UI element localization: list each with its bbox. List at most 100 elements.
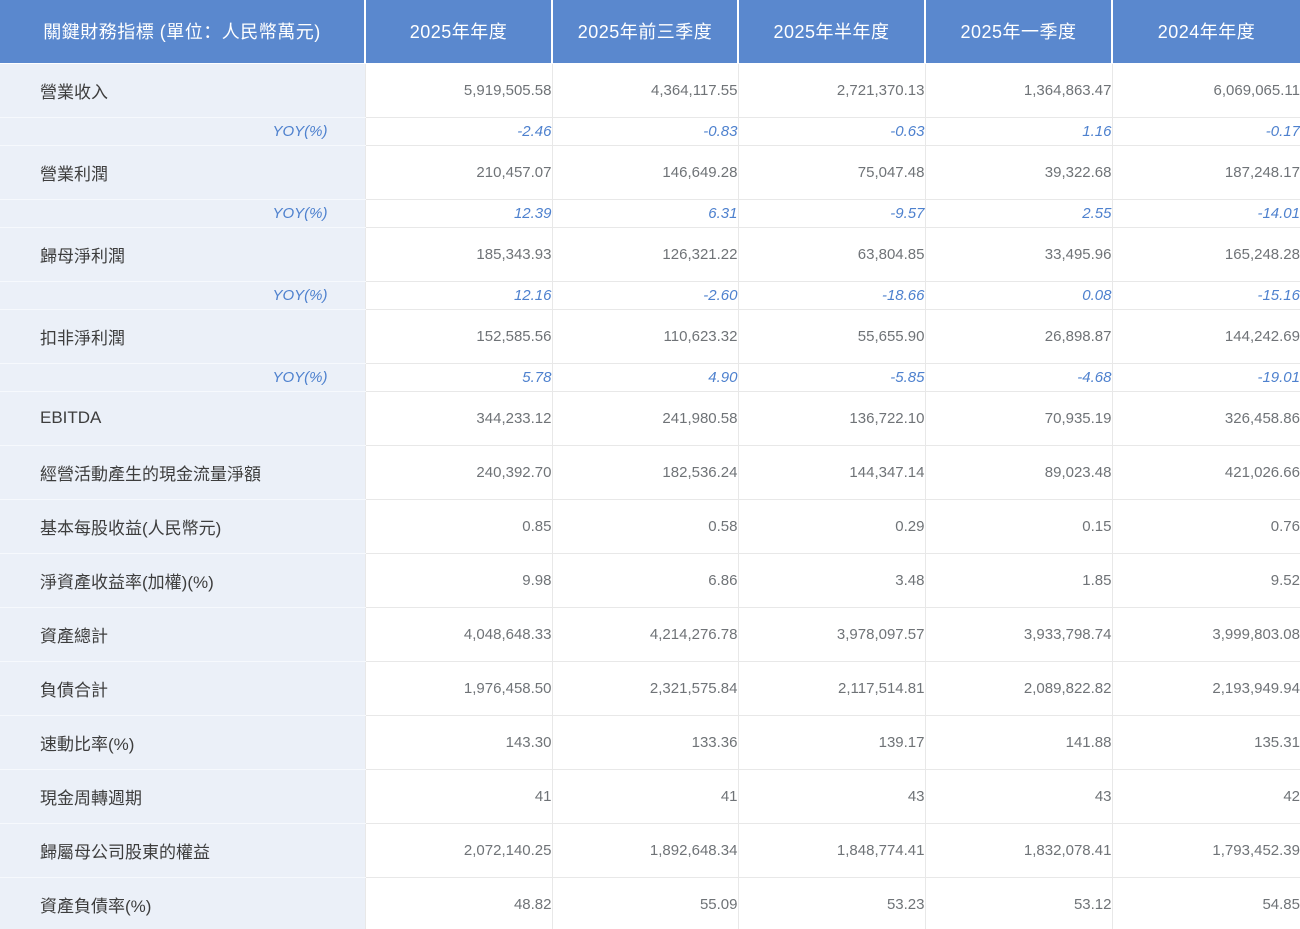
table-row-operating-profit: 營業利潤 210,457.07 146,649.28 75,047.48 39,… xyxy=(0,145,1300,200)
value-cell: 2,089,822.82 xyxy=(924,661,1112,716)
value-cell: 75,047.48 xyxy=(737,145,925,200)
table-row-yoy: YOY(%) 5.78 4.90 -5.85 -4.68 -19.01 xyxy=(0,363,1300,392)
yoy-value-cell: -15.16 xyxy=(1111,281,1300,310)
table-row-basic-eps: 基本每股收益(人民幣元) 0.85 0.58 0.29 0.15 0.76 xyxy=(0,499,1300,554)
value-cell: 146,649.28 xyxy=(551,145,738,200)
financial-metrics-table: 關鍵財務指標 (單位：人民幣萬元) 2025年年度 2025年前三季度 2025… xyxy=(0,0,1300,929)
value-cell: 48.82 xyxy=(364,877,552,929)
metric-label: 歸屬母公司股東的權益 xyxy=(0,823,365,878)
value-cell: 3,999,803.08 xyxy=(1111,607,1300,662)
value-cell: 4,364,117.55 xyxy=(551,63,738,118)
table-row-yoy: YOY(%) 12.16 -2.60 -18.66 0.08 -15.16 xyxy=(0,281,1300,310)
value-cell: 55,655.90 xyxy=(737,309,925,364)
table-row-total-assets: 資產總計 4,048,648.33 4,214,276.78 3,978,097… xyxy=(0,607,1300,662)
value-cell: 41 xyxy=(551,769,738,824)
yoy-label: YOY(%) xyxy=(0,117,365,146)
value-cell: 42 xyxy=(1111,769,1300,824)
yoy-value-cell: 0.08 xyxy=(924,281,1112,310)
value-cell: 1.85 xyxy=(924,553,1112,608)
value-cell: 43 xyxy=(924,769,1112,824)
table-row-debt-to-asset-ratio: 資產負債率(%) 48.82 55.09 53.23 53.12 54.85 xyxy=(0,877,1300,929)
yoy-label: YOY(%) xyxy=(0,281,365,310)
value-cell: 421,026.66 xyxy=(1111,445,1300,500)
metric-label: 歸母淨利潤 xyxy=(0,227,365,282)
value-cell: 1,848,774.41 xyxy=(737,823,925,878)
value-cell: 152,585.56 xyxy=(364,309,552,364)
value-cell: 9.98 xyxy=(364,553,552,608)
value-cell: 241,980.58 xyxy=(551,391,738,446)
value-cell: 3.48 xyxy=(737,553,925,608)
value-cell: 136,722.10 xyxy=(737,391,925,446)
value-cell: 53.23 xyxy=(737,877,925,929)
yoy-value-cell: -19.01 xyxy=(1111,363,1300,392)
value-cell: 133.36 xyxy=(551,715,738,770)
yoy-value-cell: -2.46 xyxy=(364,117,552,146)
table-row-non-gaap-net-profit: 扣非淨利潤 152,585.56 110,623.32 55,655.90 26… xyxy=(0,309,1300,364)
value-cell: 210,457.07 xyxy=(364,145,552,200)
value-cell: 53.12 xyxy=(924,877,1112,929)
value-cell: 4,048,648.33 xyxy=(364,607,552,662)
value-cell: 26,898.87 xyxy=(924,309,1112,364)
value-cell: 139.17 xyxy=(737,715,925,770)
value-cell: 240,392.70 xyxy=(364,445,552,500)
metric-label: 資產負債率(%) xyxy=(0,877,365,929)
table-row-net-profit-attributable: 歸母淨利潤 185,343.93 126,321.22 63,804.85 33… xyxy=(0,227,1300,282)
value-cell: 1,793,452.39 xyxy=(1111,823,1300,878)
yoy-value-cell: -18.66 xyxy=(737,281,925,310)
metric-label: 經營活動產生的現金流量淨額 xyxy=(0,445,365,500)
value-cell: 326,458.86 xyxy=(1111,391,1300,446)
value-cell: 144,347.14 xyxy=(737,445,925,500)
yoy-value-cell: -2.60 xyxy=(551,281,738,310)
value-cell: 126,321.22 xyxy=(551,227,738,282)
header-col-2025-annual: 2025年年度 xyxy=(365,0,553,64)
value-cell: 2,193,949.94 xyxy=(1111,661,1300,716)
value-cell: 63,804.85 xyxy=(737,227,925,282)
yoy-value-cell: 12.39 xyxy=(364,199,552,228)
header-col-2025-half: 2025年半年度 xyxy=(738,0,926,64)
value-cell: 33,495.96 xyxy=(924,227,1112,282)
value-cell: 1,832,078.41 xyxy=(924,823,1112,878)
table-row-equity-attributable: 歸屬母公司股東的權益 2,072,140.25 1,892,648.34 1,8… xyxy=(0,823,1300,878)
value-cell: 43 xyxy=(737,769,925,824)
value-cell: 3,978,097.57 xyxy=(737,607,925,662)
table-row-revenue: 營業收入 5,919,505.58 4,364,117.55 2,721,370… xyxy=(0,63,1300,118)
value-cell: 5,919,505.58 xyxy=(364,63,552,118)
value-cell: 187,248.17 xyxy=(1111,145,1300,200)
value-cell: 0.58 xyxy=(551,499,738,554)
table-row-weighted-roe: 淨資產收益率(加權)(%) 9.98 6.86 3.48 1.85 9.52 xyxy=(0,553,1300,608)
table-row-ebitda: EBITDA 344,233.12 241,980.58 136,722.10 … xyxy=(0,391,1300,446)
header-col-2024-annual: 2024年年度 xyxy=(1112,0,1300,64)
table-row-yoy: YOY(%) -2.46 -0.83 -0.63 1.16 -0.17 xyxy=(0,117,1300,146)
metric-label: 基本每股收益(人民幣元) xyxy=(0,499,365,554)
value-cell: 0.29 xyxy=(737,499,925,554)
value-cell: 55.09 xyxy=(551,877,738,929)
table-row-yoy: YOY(%) 12.39 6.31 -9.57 2.55 -14.01 xyxy=(0,199,1300,228)
value-cell: 1,364,863.47 xyxy=(924,63,1112,118)
yoy-value-cell: 4.90 xyxy=(551,363,738,392)
value-cell: 2,321,575.84 xyxy=(551,661,738,716)
header-col-2025-q3: 2025年前三季度 xyxy=(552,0,739,64)
table-row-total-liabilities: 負債合計 1,976,458.50 2,321,575.84 2,117,514… xyxy=(0,661,1300,716)
yoy-label: YOY(%) xyxy=(0,199,365,228)
yoy-value-cell: 2.55 xyxy=(924,199,1112,228)
metric-label: 營業收入 xyxy=(0,63,365,118)
yoy-value-cell: 12.16 xyxy=(364,281,552,310)
value-cell: 185,343.93 xyxy=(364,227,552,282)
yoy-value-cell: -14.01 xyxy=(1111,199,1300,228)
value-cell: 144,242.69 xyxy=(1111,309,1300,364)
yoy-value-cell: -9.57 xyxy=(737,199,925,228)
metric-label: 負債合計 xyxy=(0,661,365,716)
value-cell: 2,721,370.13 xyxy=(737,63,925,118)
metric-label: 速動比率(%) xyxy=(0,715,365,770)
yoy-value-cell: -0.83 xyxy=(551,117,738,146)
value-cell: 1,976,458.50 xyxy=(364,661,552,716)
metric-label: EBITDA xyxy=(0,391,365,446)
value-cell: 41 xyxy=(364,769,552,824)
metric-label: 淨資產收益率(加權)(%) xyxy=(0,553,365,608)
value-cell: 2,072,140.25 xyxy=(364,823,552,878)
metric-label: 營業利潤 xyxy=(0,145,365,200)
yoy-value-cell: 5.78 xyxy=(364,363,552,392)
yoy-value-cell: -5.85 xyxy=(737,363,925,392)
value-cell: 1,892,648.34 xyxy=(551,823,738,878)
yoy-label: YOY(%) xyxy=(0,363,365,392)
